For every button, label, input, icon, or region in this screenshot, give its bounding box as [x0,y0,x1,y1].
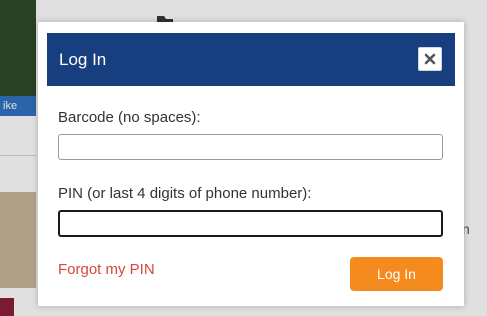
close-icon [424,53,436,65]
close-button[interactable] [418,47,442,71]
pin-label: PIN (or last 4 digits of phone number): [58,185,312,202]
login-button[interactable]: Log In [350,257,443,291]
modal-title: Log In [59,50,107,69]
modal-header: Log In [47,33,455,86]
barcode-input[interactable] [58,134,443,160]
forgot-pin-link[interactable]: Forgot my PIN [58,261,155,278]
login-modal: Log In Barcode (no spaces): PIN (or last… [38,22,464,306]
pin-input[interactable] [58,210,443,237]
barcode-label: Barcode (no spaces): [58,109,201,126]
